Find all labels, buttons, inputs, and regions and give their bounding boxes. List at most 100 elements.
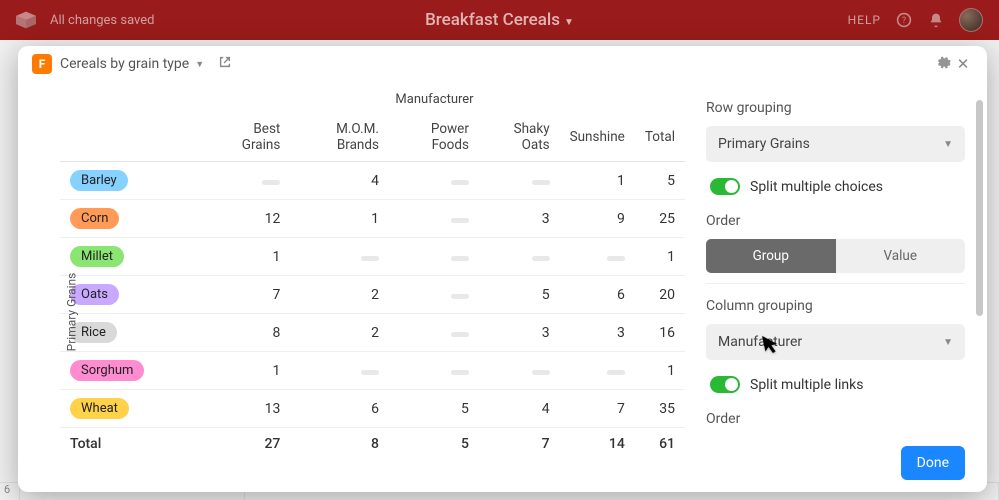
cell: 7 xyxy=(560,390,635,428)
total-label: Total xyxy=(60,428,208,461)
cell: 7 xyxy=(208,276,290,314)
cell xyxy=(290,238,389,276)
help-link[interactable]: HELP xyxy=(848,13,881,27)
pivot-modal: F Cereals by grain type ▼ ✕ Primary Grai… xyxy=(18,46,987,492)
column-axis-label: Manufacturer xyxy=(34,92,685,107)
view-name[interactable]: Cereals by grain type xyxy=(60,56,189,72)
split-choices-toggle[interactable] xyxy=(710,178,740,195)
config-panel: Row grouping Primary Grains▼ Split multi… xyxy=(689,82,987,492)
cell: 13 xyxy=(208,390,290,428)
cell: 1 xyxy=(208,352,290,390)
cell xyxy=(389,162,479,200)
row-pill[interactable]: Corn xyxy=(70,208,119,229)
cell xyxy=(208,162,290,200)
total-cell: 27 xyxy=(208,428,290,461)
cell: 1 xyxy=(635,352,685,390)
cell: 1 xyxy=(290,200,389,238)
cell: 1 xyxy=(560,162,635,200)
split-choices-label: Split multiple choices xyxy=(750,179,883,195)
order-value-option[interactable]: Value xyxy=(836,239,966,273)
order-segmented[interactable]: Group Value xyxy=(706,239,965,273)
cell: 5 xyxy=(635,162,685,200)
cell xyxy=(389,238,479,276)
column-header[interactable]: Shaky Oats xyxy=(479,113,560,162)
row-pill[interactable]: Barley xyxy=(70,170,128,191)
row-pill[interactable]: Millet xyxy=(70,246,124,267)
column-header[interactable]: Power Foods xyxy=(389,113,479,162)
cell: 3 xyxy=(479,200,560,238)
cell: 2 xyxy=(290,276,389,314)
cell xyxy=(479,238,560,276)
table-row: Millet 1 1 xyxy=(60,238,685,276)
done-button[interactable]: Done xyxy=(901,446,965,480)
close-icon[interactable]: ✕ xyxy=(953,55,973,73)
split-links-label: Split multiple links xyxy=(750,377,863,393)
column-grouping-select[interactable]: Manufacturer▼ xyxy=(706,324,965,360)
cell xyxy=(389,352,479,390)
app-header: All changes saved Breakfast Cereals▼ HEL… xyxy=(0,0,999,40)
cell: 12 xyxy=(208,200,290,238)
help-icon[interactable]: ? xyxy=(895,11,913,29)
cell: 5 xyxy=(389,390,479,428)
table-row: Wheat 13654735 xyxy=(60,390,685,428)
pivot-table-area: Primary Grains Manufacturer Best GrainsM… xyxy=(18,82,689,492)
cell: 35 xyxy=(635,390,685,428)
cell: 6 xyxy=(290,390,389,428)
cell xyxy=(389,200,479,238)
table-row: Barley 4 15 xyxy=(60,162,685,200)
cell xyxy=(290,352,389,390)
cell: 4 xyxy=(290,162,389,200)
row-pill[interactable]: Wheat xyxy=(70,398,129,419)
column-header[interactable]: Sunshine xyxy=(560,113,635,162)
divider xyxy=(706,283,965,284)
order-label: Order xyxy=(706,213,965,229)
total-cell: 5 xyxy=(389,428,479,461)
cell: 16 xyxy=(635,314,685,352)
cell: 1 xyxy=(208,238,290,276)
panel-scrollbar[interactable] xyxy=(976,100,983,438)
cell xyxy=(560,352,635,390)
avatar[interactable] xyxy=(959,8,983,32)
cell xyxy=(479,352,560,390)
column-header[interactable]: Best Grains xyxy=(208,113,290,162)
column-header[interactable]: Total xyxy=(635,113,685,162)
total-cell: 8 xyxy=(290,428,389,461)
total-cell: 61 xyxy=(635,428,685,461)
row-grouping-select[interactable]: Primary Grains▼ xyxy=(706,126,965,162)
bell-icon[interactable] xyxy=(927,11,945,29)
order2-label: Order xyxy=(706,411,965,427)
cell: 5 xyxy=(479,276,560,314)
chevron-down-icon: ▼ xyxy=(943,337,953,348)
cell: 9 xyxy=(560,200,635,238)
cell: 2 xyxy=(290,314,389,352)
popout-icon[interactable] xyxy=(218,55,232,73)
cell xyxy=(389,314,479,352)
table-row: Corn 1213925 xyxy=(60,200,685,238)
pivot-table: Best GrainsM.O.M. BrandsPower FoodsShaky… xyxy=(60,113,685,460)
modal-header: F Cereals by grain type ▼ ✕ xyxy=(18,46,987,82)
split-links-toggle[interactable] xyxy=(710,376,740,393)
row-pill[interactable]: Sorghum xyxy=(70,360,144,381)
order-group-option[interactable]: Group xyxy=(706,239,836,273)
table-row: Oats 725620 xyxy=(60,276,685,314)
svg-text:?: ? xyxy=(902,16,906,26)
caret-down-icon: ▼ xyxy=(564,17,574,28)
chevron-down-icon: ▼ xyxy=(943,139,953,150)
table-row: Sorghum 1 1 xyxy=(60,352,685,390)
row-axis-label: Primary Grains xyxy=(64,272,78,351)
document-title[interactable]: Breakfast Cereals▼ xyxy=(425,10,574,30)
column-grouping-label: Column grouping xyxy=(706,298,965,314)
gear-icon[interactable] xyxy=(933,55,953,74)
column-header[interactable]: M.O.M. Brands xyxy=(290,113,389,162)
app-logo-icon xyxy=(16,11,36,29)
cell: 3 xyxy=(560,314,635,352)
caret-down-icon[interactable]: ▼ xyxy=(195,59,204,70)
cell: 20 xyxy=(635,276,685,314)
total-cell: 7 xyxy=(479,428,560,461)
row-grouping-label: Row grouping xyxy=(706,100,965,116)
cell: 1 xyxy=(635,238,685,276)
view-logo-icon: F xyxy=(32,54,52,74)
total-cell: 14 xyxy=(560,428,635,461)
cell: 3 xyxy=(479,314,560,352)
cell: 8 xyxy=(208,314,290,352)
